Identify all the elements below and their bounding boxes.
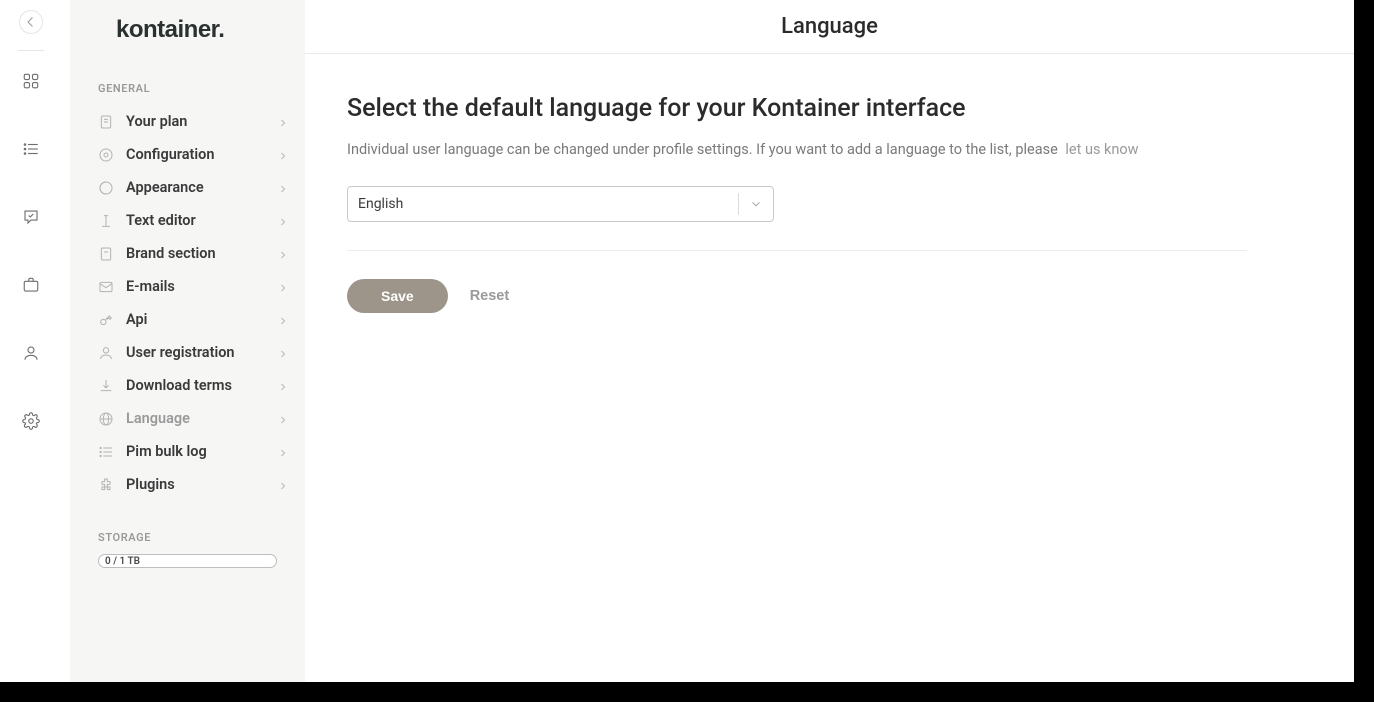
section-label-general: GENERAL — [70, 62, 305, 105]
side-panel: kontainer GENERAL Your plan Configuratio… — [70, 0, 305, 702]
nav-label: Language — [126, 410, 277, 427]
select-arrow — [738, 193, 763, 215]
plugins-icon — [98, 477, 114, 493]
user-reg-icon — [98, 345, 114, 361]
storage-bar: 0 / 1 TB — [98, 554, 277, 568]
nav-item-text-editor[interactable]: Text editor — [70, 204, 305, 237]
nav-item-appearance[interactable]: Appearance — [70, 171, 305, 204]
nav-label: Text editor — [126, 212, 277, 229]
main-header: Language — [305, 0, 1354, 54]
content-heading: Select the default language for your Kon… — [347, 94, 1225, 123]
language-select-value: English — [358, 196, 403, 212]
chevron-right-icon — [277, 347, 289, 359]
rail-divider — [18, 50, 44, 51]
chevron-right-icon — [277, 479, 289, 491]
nav-item-user-registration[interactable]: User registration — [70, 336, 305, 369]
brand-icon — [98, 246, 114, 262]
api-icon — [98, 312, 114, 328]
storage-label: STORAGE — [98, 531, 277, 544]
rail-nav-briefcase[interactable] — [19, 273, 43, 297]
chevron-right-icon — [277, 248, 289, 260]
divider — [347, 250, 1247, 251]
configuration-icon — [98, 147, 114, 163]
nav-label: Plugins — [126, 476, 277, 493]
chevron-right-icon — [277, 116, 289, 128]
nav-item-language[interactable]: Language — [70, 402, 305, 435]
chevron-right-icon — [277, 446, 289, 458]
nav-label: Download terms — [126, 377, 277, 394]
nav-item-emails[interactable]: E-mails — [70, 270, 305, 303]
chevron-right-icon — [277, 215, 289, 227]
user-icon — [22, 344, 40, 362]
chevron-right-icon — [277, 149, 289, 161]
plan-icon — [98, 114, 114, 130]
chevron-left-icon — [22, 13, 40, 31]
nav-item-download-terms[interactable]: Download terms — [70, 369, 305, 402]
screenshot-border-bottom — [0, 682, 1374, 702]
log-icon — [98, 444, 114, 460]
content-hint: Individual user language can be changed … — [347, 141, 1225, 158]
language-select[interactable]: English — [347, 186, 774, 222]
nav-label: E-mails — [126, 278, 277, 295]
nav-label: Pim bulk log — [126, 443, 277, 460]
nav-item-plugins[interactable]: Plugins — [70, 468, 305, 501]
reset-button[interactable]: Reset — [470, 288, 510, 304]
nav-label: Api — [126, 311, 277, 328]
button-row: Save Reset — [347, 279, 1225, 313]
collapse-sidebar-button[interactable] — [19, 10, 43, 34]
chevron-right-icon — [277, 281, 289, 293]
grid-icon — [22, 72, 40, 90]
nav-label: User registration — [126, 344, 277, 361]
globe-icon — [98, 411, 114, 427]
content: Select the default language for your Kon… — [305, 54, 1225, 313]
email-icon — [98, 279, 114, 295]
nav-item-api[interactable]: Api — [70, 303, 305, 336]
nav-label: Configuration — [126, 146, 277, 163]
save-button[interactable]: Save — [347, 279, 448, 313]
chevron-right-icon — [277, 380, 289, 392]
appearance-icon — [98, 180, 114, 196]
chevron-right-icon — [277, 413, 289, 425]
text-editor-icon — [98, 213, 114, 229]
let-us-know-link[interactable]: let us know — [1065, 141, 1138, 158]
logo: kontainer — [70, 10, 305, 62]
nav-item-pim-bulk-log[interactable]: Pim bulk log — [70, 435, 305, 468]
chevron-right-icon — [277, 314, 289, 326]
nav-label: Appearance — [126, 179, 277, 196]
hint-text: Individual user language can be changed … — [347, 141, 1058, 158]
rail-nav-settings[interactable] — [19, 409, 43, 433]
page-title: Language — [781, 14, 878, 39]
rail-nav-list[interactable] — [19, 137, 43, 161]
nav-item-your-plan[interactable]: Your plan — [70, 105, 305, 138]
storage-block: STORAGE 0 / 1 TB — [70, 501, 305, 588]
rail-nav-dashboard[interactable] — [19, 69, 43, 93]
download-icon — [98, 378, 114, 394]
rail-nav-approvals[interactable] — [19, 205, 43, 229]
nav-label: Brand section — [126, 245, 277, 262]
screenshot-border-right — [1354, 0, 1374, 702]
chevron-right-icon — [277, 182, 289, 194]
chevron-down-icon — [749, 197, 763, 211]
icon-rail — [0, 0, 61, 702]
list-icon — [22, 140, 40, 158]
rail-nav-user[interactable] — [19, 341, 43, 365]
nav-item-brand-section[interactable]: Brand section — [70, 237, 305, 270]
briefcase-icon — [22, 276, 40, 294]
chat-check-icon — [22, 208, 40, 226]
nav-item-configuration[interactable]: Configuration — [70, 138, 305, 171]
main-area: Language Select the default language for… — [305, 0, 1354, 702]
gear-icon — [22, 412, 40, 430]
storage-value: 0 / 1 TB — [105, 556, 140, 567]
nav-label: Your plan — [126, 113, 277, 130]
